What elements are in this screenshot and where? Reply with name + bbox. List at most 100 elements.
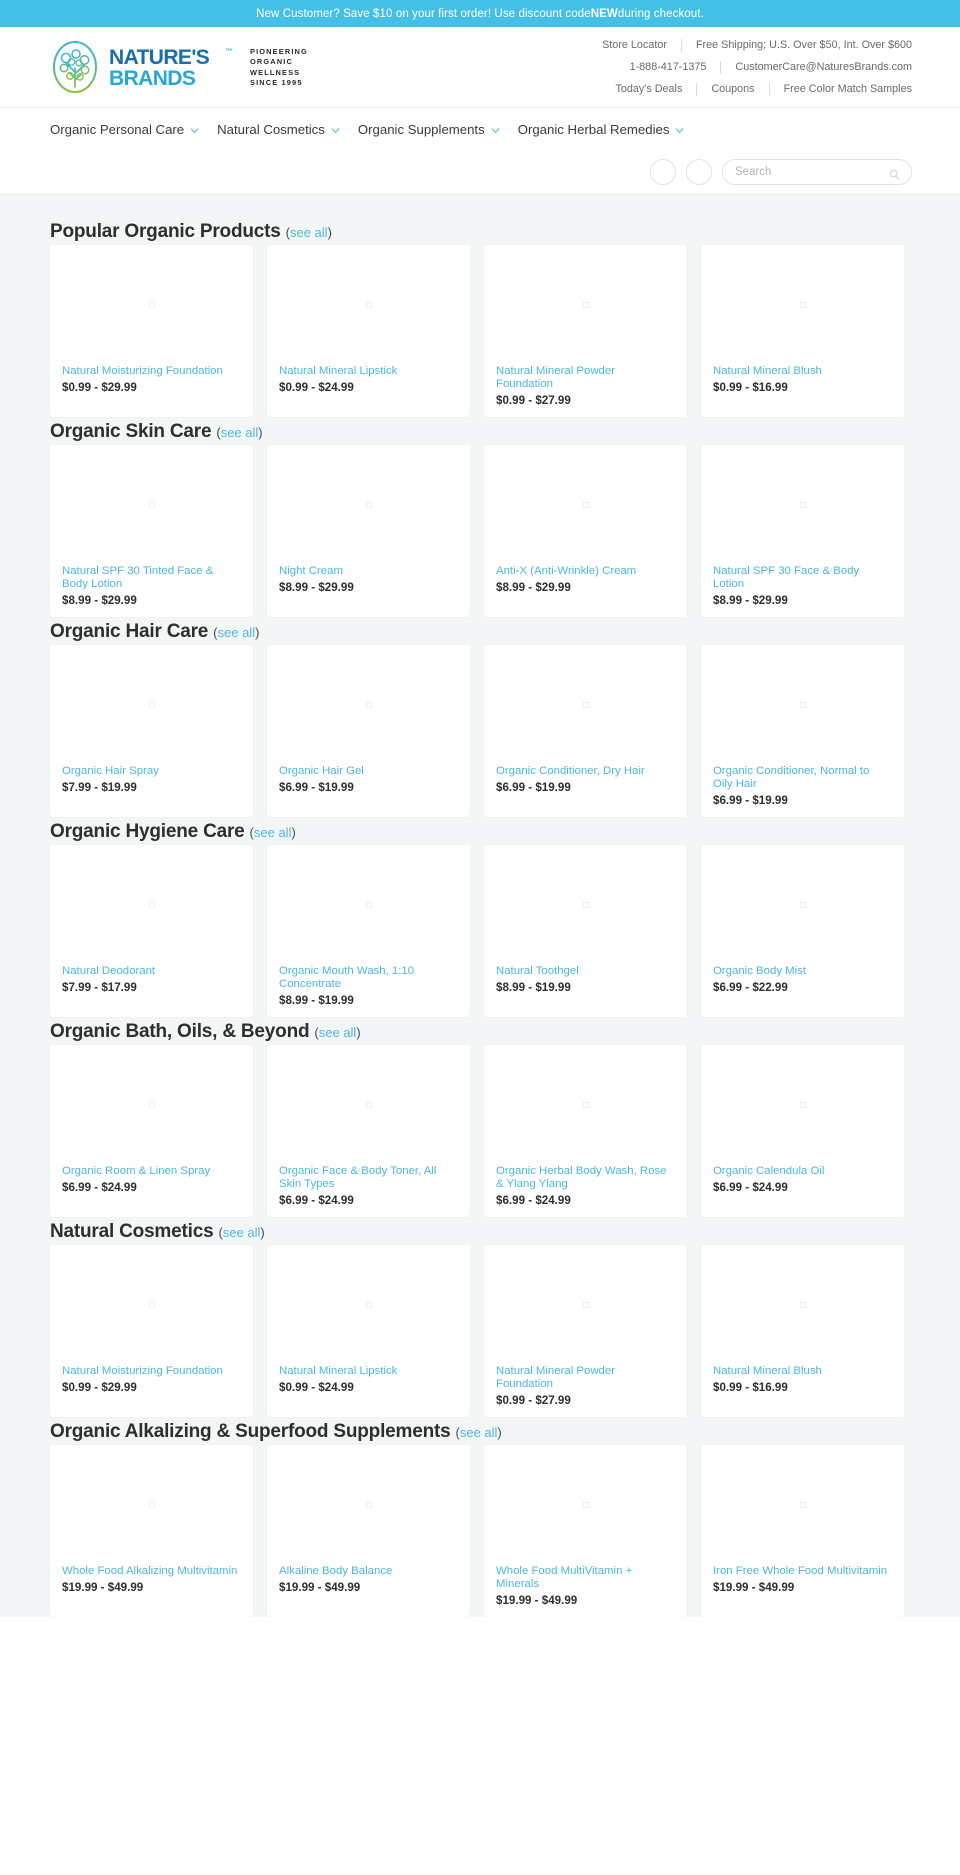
search-input[interactable] [735,166,889,178]
product-image[interactable] [267,245,470,365]
product-title-link[interactable]: Organic Conditioner, Dry Hair [496,765,675,778]
free-shipping-link[interactable]: Free Shipping; U.S. Over $50, Int. Over … [682,39,912,51]
product-image[interactable] [50,445,253,565]
product-image[interactable] [267,1045,470,1165]
coupons-link[interactable]: Coupons [697,83,768,95]
product-card[interactable]: Organic Hair Spray $7.99 - $19.99 [50,645,253,817]
product-title-link[interactable]: Alkaline Body Balance [279,1565,458,1578]
product-image[interactable] [267,645,470,765]
product-title-link[interactable]: Organic Room & Linen Spray [62,1165,241,1178]
product-title-link[interactable]: Organic Face & Body Toner, All Skin Type… [279,1165,458,1191]
phone-number-link[interactable]: 1-888-417-1375 [616,61,721,73]
product-card[interactable]: Natural Moisturizing Foundation $0.99 - $… [50,245,253,417]
product-image[interactable] [50,1445,253,1565]
todays-deals-link[interactable]: Today's Deals [601,83,696,95]
product-title-link[interactable]: Natural Moisturizing Foundation [62,365,241,378]
cart-icon-button[interactable] [686,159,712,185]
product-title-link[interactable]: Organic Body Mist [713,965,892,978]
see-all-link[interactable]: see all [290,225,328,240]
product-card[interactable]: Natural Mineral Blush $0.99 - $16.99 [701,1245,904,1417]
search-container[interactable] [722,159,912,185]
product-title-link[interactable]: Natural Moisturizing Foundation [62,1365,241,1378]
product-title-link[interactable]: Organic Mouth Wash, 1:10 Concentrate [279,965,458,991]
see-all-link[interactable]: see all [319,1025,357,1040]
product-card[interactable]: Natural Mineral Powder Foundation $0.99 -… [484,1245,687,1417]
see-all-link[interactable]: see all [254,825,292,840]
product-image[interactable] [50,1245,253,1365]
product-card[interactable]: Organic Conditioner, Normal to Oily Hair… [701,645,904,817]
product-image[interactable] [701,1045,904,1165]
product-card[interactable]: Natural Toothgel $8.99 - $19.99 [484,845,687,1017]
product-card[interactable]: Organic Calendula Oil $6.99 - $24.99 [701,1045,904,1217]
product-card[interactable]: Natural Mineral Lipstick $0.99 - $24.99 [267,1245,470,1417]
see-all-link[interactable]: see all [218,625,256,640]
product-title-link[interactable]: Natural Mineral Powder Foundation [496,365,675,391]
product-title-link[interactable]: Natural Mineral Lipstick [279,1365,458,1378]
product-title-link[interactable]: Night Cream [279,565,458,578]
product-image[interactable] [484,445,687,565]
product-title-link[interactable]: Whole Food MultiVitamin + Minerals [496,1565,675,1591]
product-image[interactable] [50,1045,253,1165]
nav-item-organic-personal-care[interactable]: Organic Personal Care [50,122,199,137]
product-title-link[interactable]: Organic Herbal Body Wash, Rose & Ylang Y… [496,1165,675,1191]
product-image[interactable] [701,845,904,965]
product-card[interactable]: Organic Mouth Wash, 1:10 Concentrate $8.9… [267,845,470,1017]
see-all-link[interactable]: see all [460,1425,498,1440]
product-image[interactable] [484,645,687,765]
brand-logo[interactable]: NATURE'S BRANDS ™ PIONEERING ORGANIC WEL… [50,41,308,93]
product-image[interactable] [484,1045,687,1165]
product-title-link[interactable]: Natural Mineral Blush [713,1365,892,1378]
store-locator-link[interactable]: Store Locator [588,39,681,51]
product-image[interactable] [701,645,904,765]
nav-item-organic-supplements[interactable]: Organic Supplements [358,122,500,137]
product-image[interactable] [267,845,470,965]
product-card[interactable]: Anti-X (Anti-Wrinkle) Cream $8.99 - $29.9… [484,445,687,617]
product-card[interactable]: Organic Body Mist $6.99 - $22.99 [701,845,904,1017]
customer-care-email-link[interactable]: CustomerCare@NaturesBrands.com [721,61,912,73]
product-title-link[interactable]: Organic Hair Spray [62,765,241,778]
search-icon[interactable] [889,167,900,179]
product-image[interactable] [701,1245,904,1365]
product-title-link[interactable]: Natural Toothgel [496,965,675,978]
product-title-link[interactable]: Iron Free Whole Food Multivitamin [713,1565,892,1578]
product-card[interactable]: Natural Mineral Blush $0.99 - $16.99 [701,245,904,417]
product-image[interactable] [267,1445,470,1565]
product-card[interactable]: Whole Food MultiVitamin + Minerals $19.99… [484,1445,687,1617]
product-card[interactable]: Organic Room & Linen Spray $6.99 - $24.99 [50,1045,253,1217]
product-card[interactable]: Organic Herbal Body Wash, Rose & Ylang Y… [484,1045,687,1217]
product-image[interactable] [701,445,904,565]
product-image[interactable] [50,645,253,765]
product-card[interactable]: Natural Mineral Powder Foundation $0.99 -… [484,245,687,417]
product-card[interactable]: Natural Moisturizing Foundation $0.99 - $… [50,1245,253,1417]
product-card[interactable]: Natural Deodorant $7.99 - $17.99 [50,845,253,1017]
product-image[interactable] [701,245,904,365]
product-title-link[interactable]: Natural Mineral Powder Foundation [496,1365,675,1391]
product-title-link[interactable]: Whole Food Alkalizing Multivitamin [62,1565,241,1578]
product-card[interactable]: Iron Free Whole Food Multivitamin $19.99 … [701,1445,904,1617]
product-image[interactable] [50,245,253,365]
product-title-link[interactable]: Natural SPF 30 Face & Body Lotion [713,565,892,591]
see-all-link[interactable]: see all [221,425,259,440]
see-all-link[interactable]: see all [223,1225,261,1240]
product-image[interactable] [484,845,687,965]
product-card[interactable]: Whole Food Alkalizing Multivitamin $19.99… [50,1445,253,1617]
product-image[interactable] [484,1245,687,1365]
product-title-link[interactable]: Natural SPF 30 Tinted Face & Body Lotion [62,565,241,591]
product-card[interactable]: Natural Mineral Lipstick $0.99 - $24.99 [267,245,470,417]
product-title-link[interactable]: Anti-X (Anti-Wrinkle) Cream [496,565,675,578]
product-title-link[interactable]: Organic Calendula Oil [713,1165,892,1178]
product-card[interactable]: Alkaline Body Balance $19.99 - $49.99 [267,1445,470,1617]
product-card[interactable]: Night Cream $8.99 - $29.99 [267,445,470,617]
product-image[interactable] [50,845,253,965]
product-title-link[interactable]: Natural Mineral Lipstick [279,365,458,378]
nav-item-natural-cosmetics[interactable]: Natural Cosmetics [217,122,340,137]
product-image[interactable] [267,445,470,565]
free-color-match-samples-link[interactable]: Free Color Match Samples [770,83,912,95]
product-image[interactable] [484,1445,687,1565]
product-card[interactable]: Organic Face & Body Toner, All Skin Type… [267,1045,470,1217]
product-image[interactable] [267,1245,470,1365]
product-title-link[interactable]: Organic Conditioner, Normal to Oily Hair [713,765,892,791]
product-card[interactable]: Organic Conditioner, Dry Hair $6.99 - $19… [484,645,687,817]
product-image[interactable] [484,245,687,365]
product-title-link[interactable]: Natural Mineral Blush [713,365,892,378]
